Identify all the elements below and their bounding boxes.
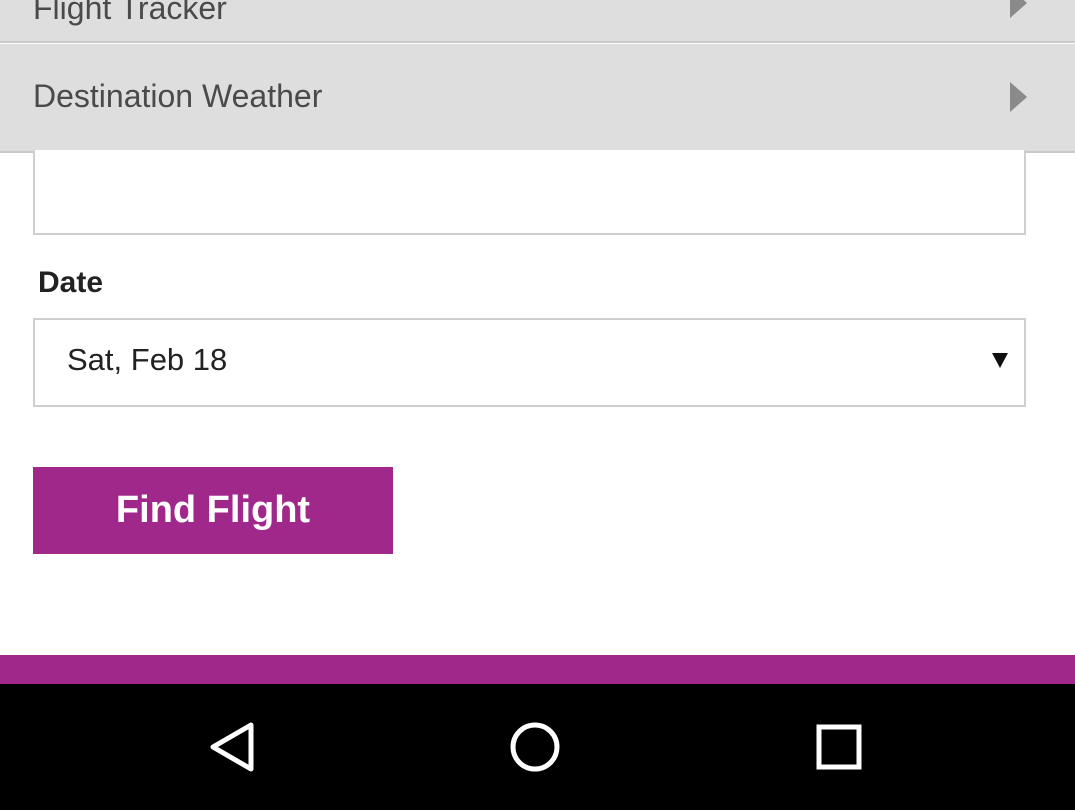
app-screen: Flight Tracker Destination Weather Date … — [0, 0, 1075, 810]
chevron-right-icon — [1010, 82, 1027, 112]
home-circle-icon[interactable] — [505, 717, 565, 777]
accordion-item-destination-weather[interactable]: Destination Weather — [0, 44, 1075, 153]
chevron-right-icon — [1010, 0, 1027, 18]
date-selected-value: Sat, Feb 18 — [67, 342, 228, 377]
accordion-label: Destination Weather — [33, 78, 323, 114]
date-label: Date — [38, 266, 104, 299]
recents-square-icon[interactable] — [809, 717, 869, 777]
caret-down-icon — [992, 353, 1008, 368]
find-flight-button[interactable]: Find Flight — [33, 467, 393, 554]
accordion-label: Flight Tracker — [33, 0, 227, 26]
system-navigation-bar — [0, 684, 1075, 810]
footer-accent-bar — [0, 655, 1075, 684]
accordion-item-flight-tracker[interactable]: Flight Tracker — [0, 0, 1075, 43]
text-input-field[interactable] — [33, 150, 1026, 235]
date-select[interactable]: Sat, Feb 18 — [33, 318, 1026, 407]
back-triangle-icon[interactable] — [203, 717, 263, 777]
